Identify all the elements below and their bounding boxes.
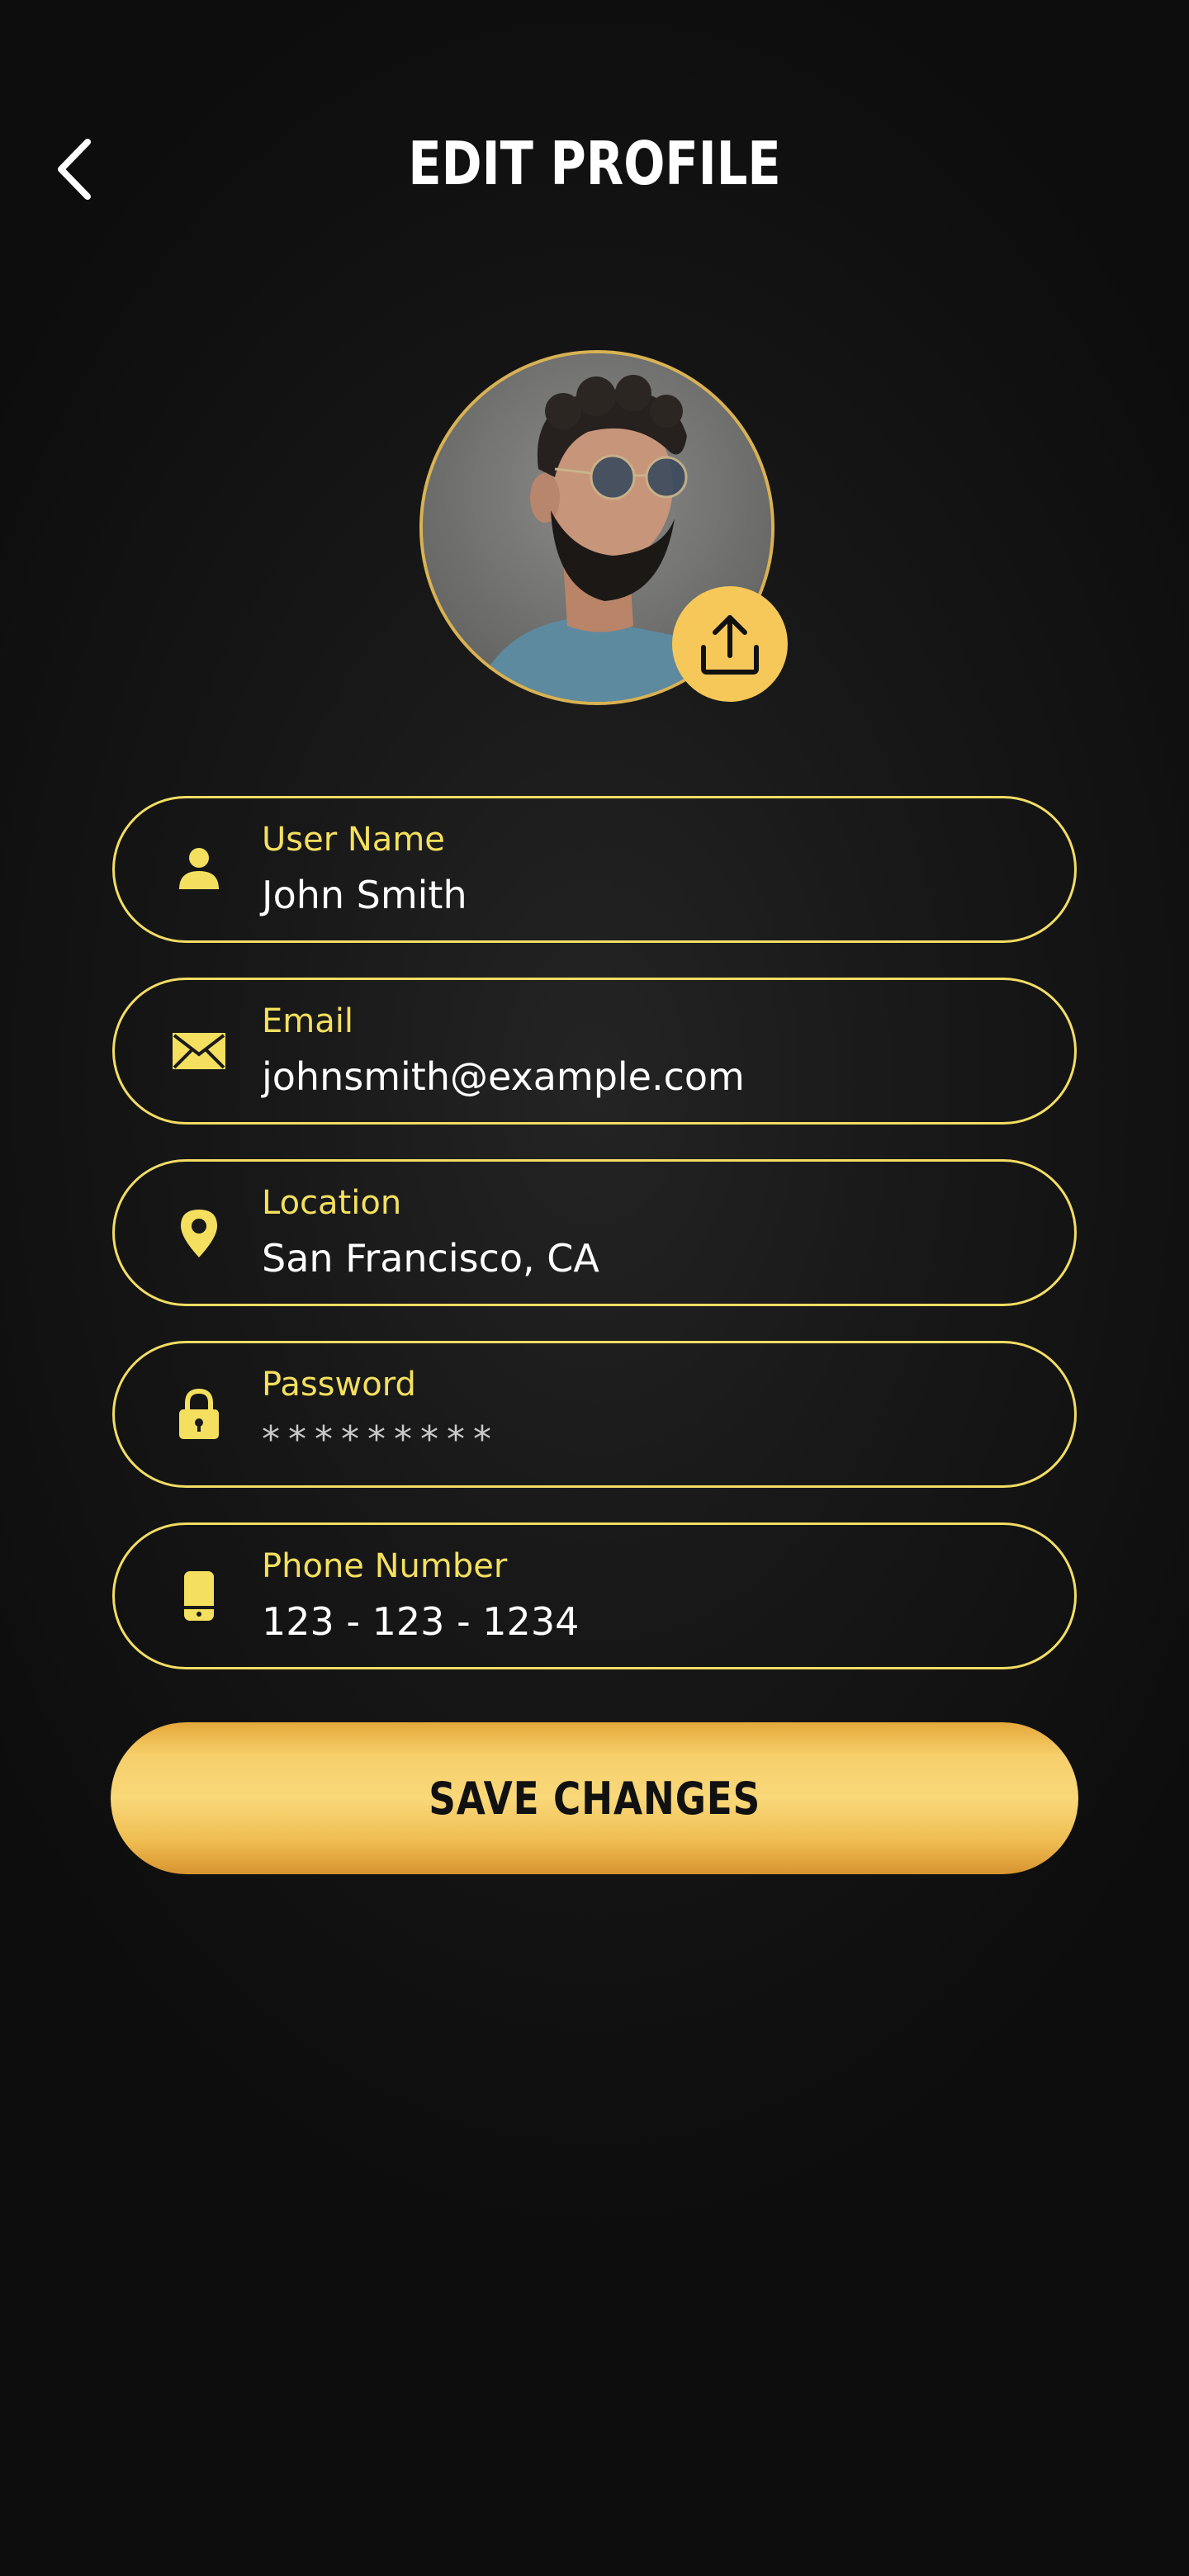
page-title: EDIT PROFILE <box>408 129 781 198</box>
phone-icon <box>169 1566 229 1626</box>
back-button[interactable] <box>46 132 104 206</box>
password-field[interactable]: Password ********* <box>112 1341 1077 1488</box>
location-value[interactable]: San Francisco, CA <box>262 1233 599 1284</box>
email-value[interactable]: johnsmith@example.com <box>262 1051 745 1102</box>
save-changes-label: SAVE CHANGES <box>429 1772 760 1825</box>
location-label: Location <box>262 1184 402 1222</box>
password-label: Password <box>262 1366 416 1404</box>
username-field[interactable]: User Name John Smith <box>112 796 1077 943</box>
edit-profile-screen: EDIT PROFILE User Name John Smith Email … <box>0 0 1189 2576</box>
save-changes-button[interactable]: SAVE CHANGES <box>111 1722 1078 1874</box>
user-icon <box>169 840 229 899</box>
avatar-section <box>419 350 788 705</box>
phone-field[interactable]: Phone Number 123 - 123 - 1234 <box>112 1522 1077 1669</box>
map-pin-icon <box>169 1203 229 1262</box>
lock-icon <box>169 1385 229 1444</box>
chevron-left-icon <box>58 139 91 200</box>
email-field[interactable]: Email johnsmith@example.com <box>112 978 1077 1125</box>
email-label: Email <box>262 1002 353 1040</box>
username-value[interactable]: John Smith <box>262 869 467 921</box>
envelope-icon <box>169 1021 229 1081</box>
username-label: User Name <box>262 821 445 859</box>
upload-photo-button[interactable] <box>672 586 788 702</box>
phone-value[interactable]: 123 - 123 - 1234 <box>262 1596 579 1647</box>
password-value[interactable]: ********* <box>262 1414 500 1466</box>
upload-icon <box>701 615 759 675</box>
location-field[interactable]: Location San Francisco, CA <box>112 1159 1077 1306</box>
phone-label: Phone Number <box>262 1547 508 1585</box>
